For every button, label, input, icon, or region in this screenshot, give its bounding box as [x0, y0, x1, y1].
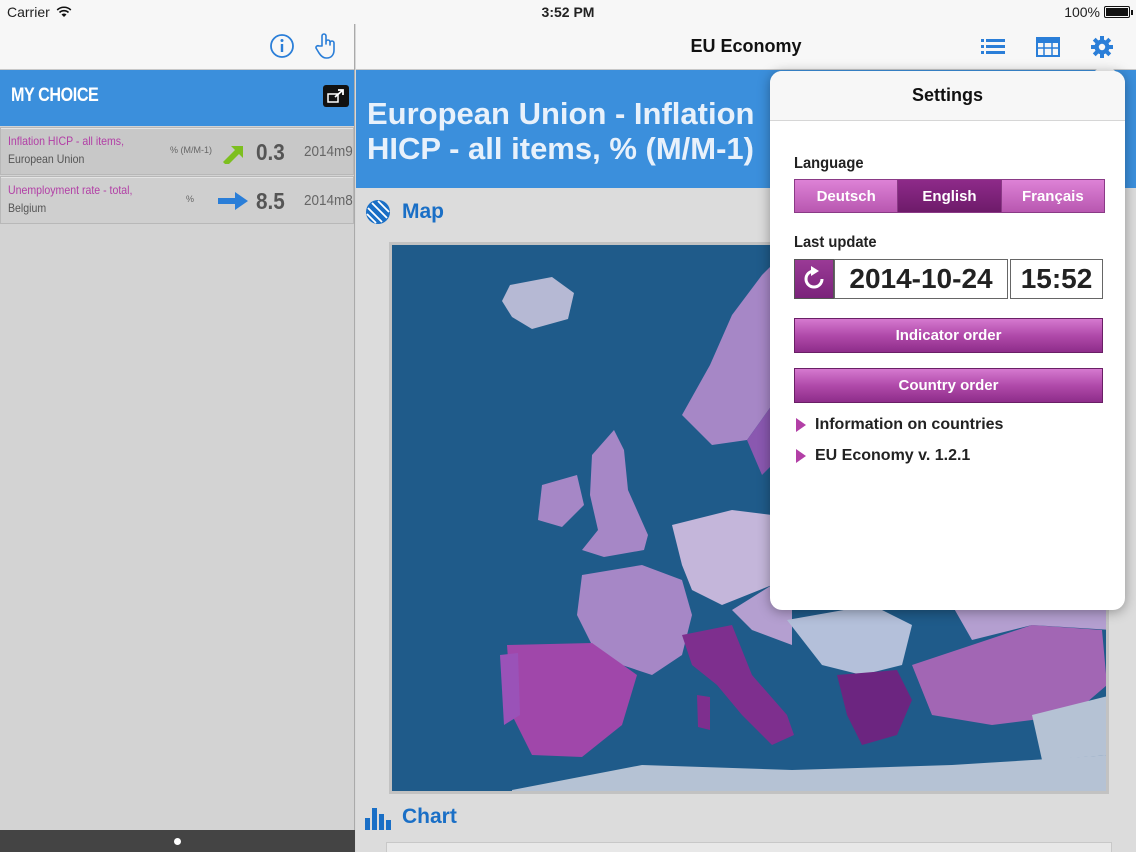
main-nav-bar: EU Economy [356, 24, 1136, 70]
map-section-header: Map [364, 198, 444, 226]
app-title-text: EU Economy [690, 36, 802, 56]
language-option-english[interactable]: English [898, 180, 1002, 212]
choice-row[interactable]: Inflation HICP - all items, European Uni… [0, 127, 354, 175]
map-label: Map [402, 200, 444, 223]
left-pane: MY CHOICE Inflation HICP - all items, Eu… [0, 24, 355, 852]
row-period: 2014m8 [304, 192, 353, 209]
expand-button[interactable] [323, 85, 349, 107]
map-region-ireland [538, 475, 584, 527]
language-selector: Deutsch English Français [794, 179, 1105, 213]
map-region-portugal [500, 653, 520, 725]
my-choice-title: MY CHOICE [11, 85, 99, 106]
choice-row[interactable]: Unemployment rate - total, Belgium % 8.5… [0, 176, 354, 224]
globe-icon [366, 200, 390, 224]
map-region-iceland [502, 277, 574, 329]
map-region-benelux-germany [672, 510, 772, 605]
row-country: European Union [8, 152, 85, 166]
country-order-button[interactable]: Country order [794, 368, 1103, 403]
language-option-francais[interactable]: Français [1001, 180, 1104, 212]
trend-right-arrow-icon [218, 192, 248, 210]
status-bar: Carrier 3:52 PM 100% [0, 0, 1136, 24]
info-icon[interactable] [268, 32, 296, 60]
page-indicator-dot [174, 838, 181, 845]
row-value: 8.5 [256, 188, 285, 214]
settings-popover: Settings Language Deutsch English França… [770, 71, 1125, 610]
left-nav-bar [0, 24, 354, 70]
map-region-balkans [787, 605, 912, 675]
left-bottom-bar [0, 830, 355, 852]
last-update-time: 15:52 [1010, 259, 1103, 299]
row-period: 2014m9 [304, 143, 353, 160]
row-value: 0.3 [256, 139, 285, 165]
list-icon[interactable] [979, 33, 1007, 61]
language-option-deutsch[interactable]: Deutsch [795, 180, 899, 212]
map-region-sardinia [697, 695, 710, 730]
hand-pointer-icon[interactable] [312, 32, 340, 60]
map-region-uk [582, 430, 648, 557]
last-update-label: Last update [794, 234, 877, 251]
clock: 3:52 PM [541, 4, 595, 20]
settings-title: Settings [770, 71, 1125, 121]
my-choice-header: MY CHOICE [0, 70, 354, 126]
table-icon[interactable] [1034, 33, 1062, 61]
row-unit: % [186, 194, 195, 204]
chart-label: Chart [402, 805, 457, 828]
row-country: Belgium [8, 201, 47, 215]
language-label: Language [794, 155, 864, 172]
bar-chart-icon [365, 808, 391, 830]
map-region-north-africa [512, 755, 1106, 791]
information-on-countries-link[interactable]: Information on countries [796, 416, 1003, 434]
refresh-icon [804, 266, 824, 289]
expand-icon [327, 89, 344, 103]
trend-up-arrow-icon [223, 146, 243, 164]
app-title: EU Economy [356, 36, 1136, 57]
chart-panel [386, 842, 1112, 852]
map-region-greece [837, 670, 912, 745]
indicator-order-button[interactable]: Indicator order [794, 318, 1103, 353]
last-update-date: 2014-10-24 [834, 259, 1008, 299]
battery-icon [1104, 6, 1133, 18]
row-unit: % (M/M-1) [170, 145, 212, 155]
information-on-countries-label: Information on countries [815, 416, 1004, 433]
battery-percent: 100% [1064, 4, 1100, 20]
gear-icon[interactable] [1088, 33, 1116, 61]
disclosure-triangle-icon [796, 449, 806, 463]
version-label: EU Economy v. 1.2.1 [815, 447, 971, 464]
indicator-title: European Union - Inflation HICP - all it… [367, 96, 755, 166]
version-link[interactable]: EU Economy v. 1.2.1 [796, 447, 970, 465]
refresh-button[interactable] [794, 259, 834, 299]
battery-indicator: 100% [1064, 4, 1133, 20]
row-indicator: Inflation HICP - all items, [8, 134, 125, 148]
chart-section-header: Chart [364, 804, 457, 830]
disclosure-triangle-icon [796, 418, 806, 432]
row-indicator: Unemployment rate - total, [8, 183, 133, 197]
